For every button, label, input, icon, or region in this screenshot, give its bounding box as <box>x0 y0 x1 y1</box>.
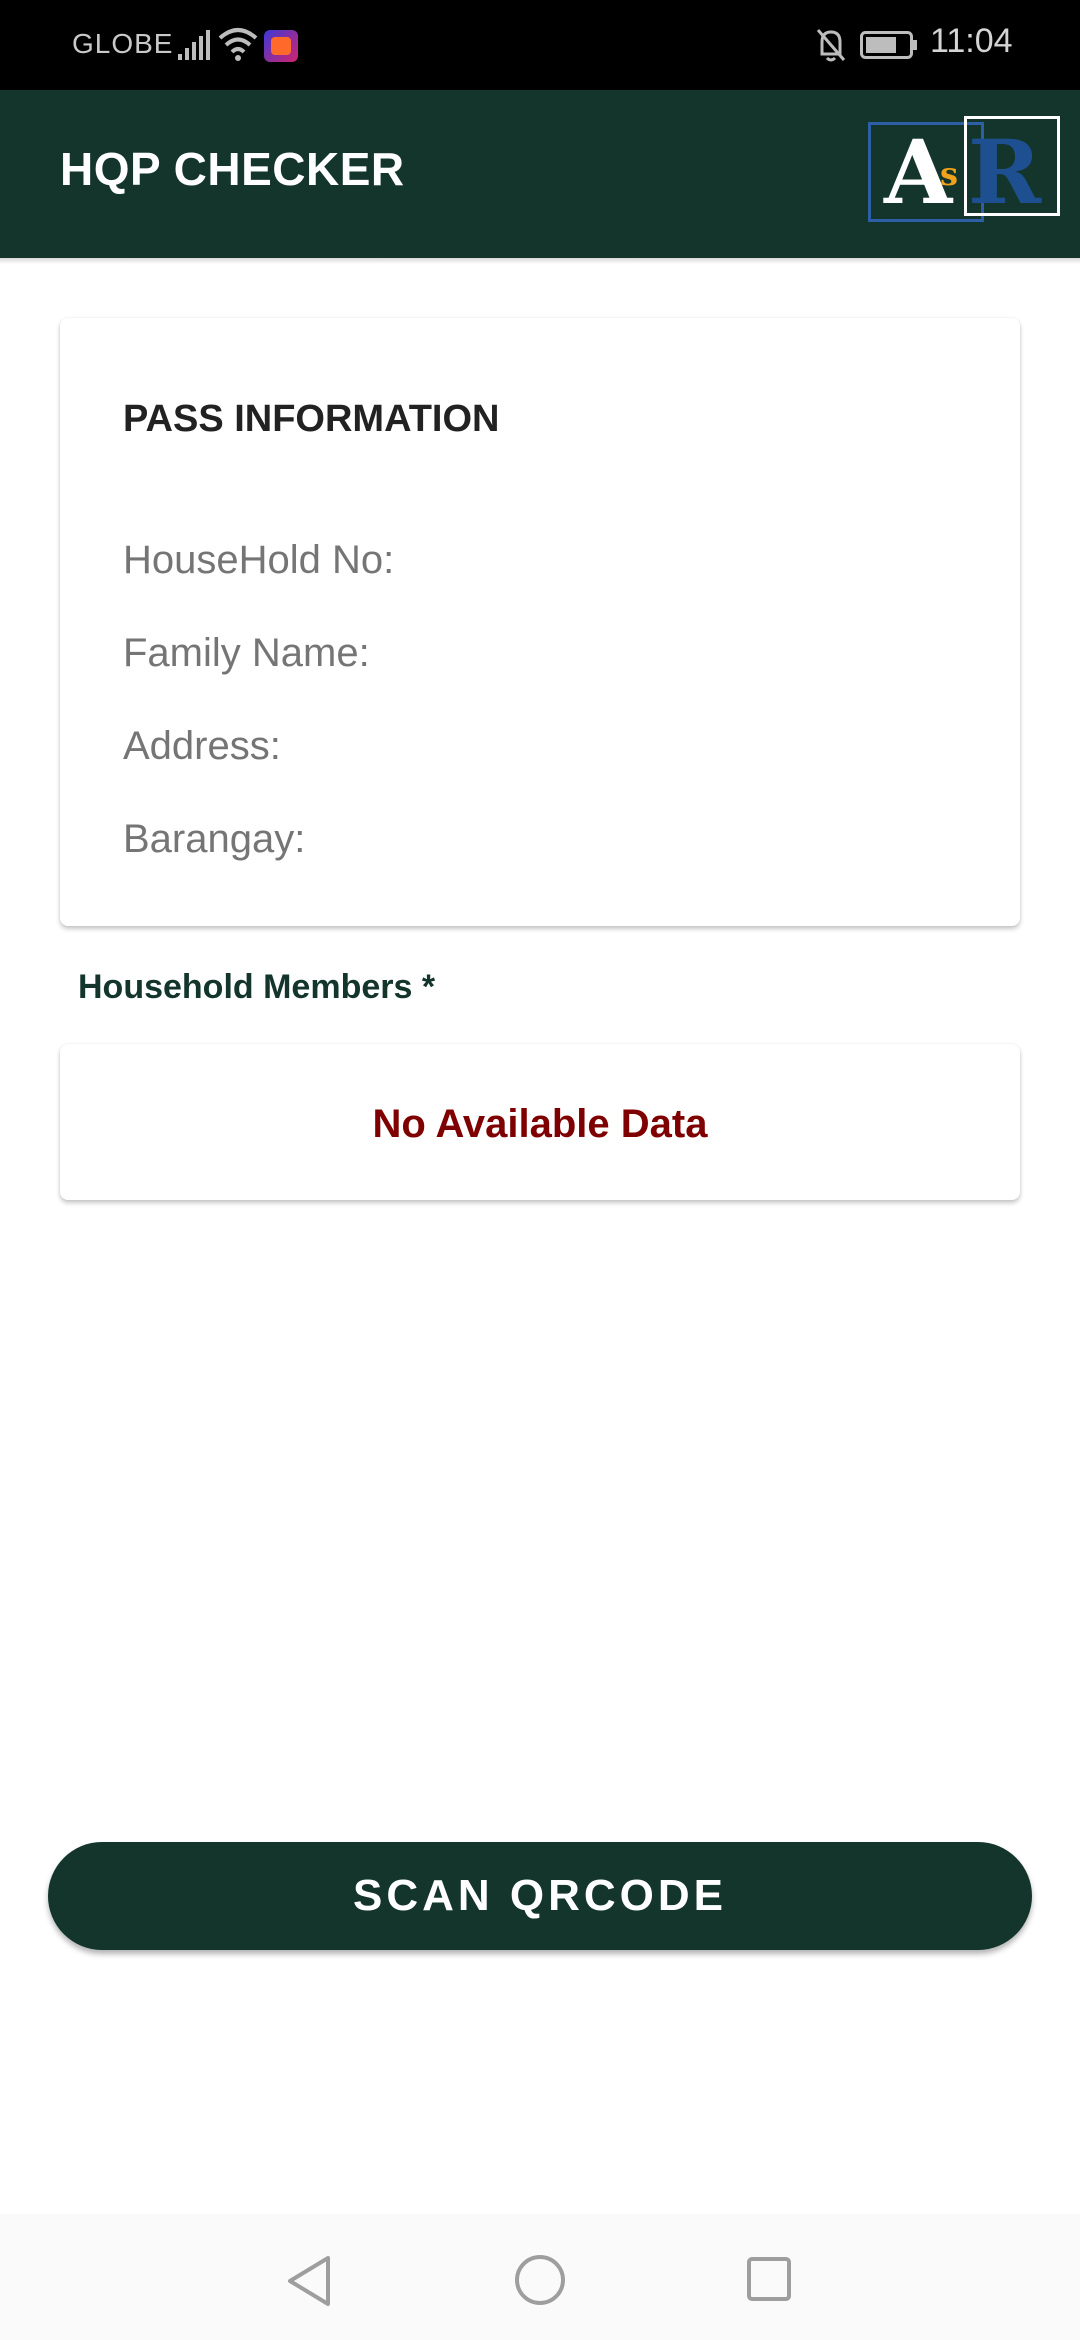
carrier-name: GLOBE <box>72 28 174 59</box>
wifi-icon <box>218 28 258 61</box>
clock: 11:04 <box>930 22 1013 60</box>
battery-icon <box>860 31 917 59</box>
pass-information-card: PASS INFORMATION HouseHold No: Family Na… <box>60 318 1020 926</box>
status-bar: GLOBE 11:04 <box>0 0 1080 90</box>
app-badge-icon <box>264 30 298 62</box>
scan-qrcode-button[interactable]: SCAN QRCODE <box>48 1842 1032 1950</box>
address-label: Address: <box>123 724 281 768</box>
pass-information-heading: PASS INFORMATION <box>123 398 500 440</box>
app-logo: A s R <box>868 116 1064 224</box>
app-bar: HQP CHECKER A s R <box>0 90 1080 258</box>
family-name-label: Family Name: <box>123 631 370 675</box>
signal-icon <box>178 30 210 60</box>
back-icon[interactable] <box>284 2254 334 2308</box>
household-no-label: HouseHold No: <box>123 538 395 582</box>
app-bar-shadow <box>0 258 1080 264</box>
home-icon[interactable] <box>514 2254 566 2306</box>
app-title: HQP CHECKER <box>60 143 405 195</box>
recents-icon[interactable] <box>746 2256 792 2302</box>
no-data-message: No Available Data <box>372 1102 708 1146</box>
navigation-bar <box>0 2214 1080 2340</box>
mute-icon <box>816 29 846 62</box>
household-members-list: No Available Data <box>60 1044 1020 1200</box>
barangay-label: Barangay: <box>123 817 306 861</box>
household-members-label: Household Members * <box>78 968 436 1006</box>
